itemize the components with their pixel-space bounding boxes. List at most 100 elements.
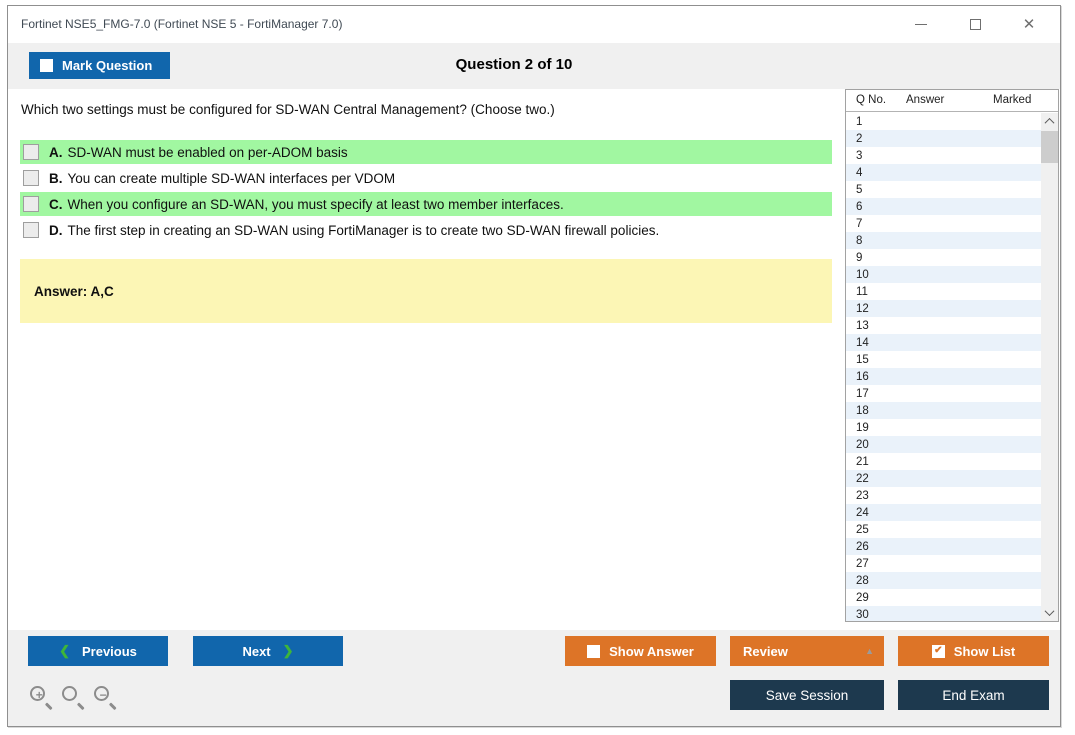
scrollbar-thumb[interactable]: [1041, 131, 1058, 163]
qrow-number: 8: [856, 235, 862, 247]
option-letter: D.: [49, 223, 63, 238]
question-list-row[interactable]: 28: [846, 572, 1041, 589]
question-list-row[interactable]: 18: [846, 402, 1041, 419]
question-list-row[interactable]: 21: [846, 453, 1041, 470]
question-list-body: 1234567891011121314151617181920212223242…: [846, 113, 1041, 621]
qrow-number: 9: [856, 252, 862, 264]
answer-text: Answer: A,C: [34, 284, 114, 299]
show-list-label: Show List: [954, 644, 1015, 659]
question-list-row[interactable]: 25: [846, 521, 1041, 538]
save-session-button[interactable]: Save Session: [730, 680, 884, 710]
next-button[interactable]: Next ❯: [193, 636, 343, 666]
show-answer-checkbox[interactable]: [587, 645, 600, 658]
question-list-row[interactable]: 9: [846, 249, 1041, 266]
question-list-row[interactable]: 1: [846, 113, 1041, 130]
answer-option[interactable]: D.The first step in creating an SD-WAN u…: [20, 218, 832, 242]
question-list-row[interactable]: 24: [846, 504, 1041, 521]
question-list-row[interactable]: 5: [846, 181, 1041, 198]
question-list-row[interactable]: 2: [846, 130, 1041, 147]
previous-button[interactable]: ❮ Previous: [28, 636, 168, 666]
qrow-number: 28: [856, 575, 869, 587]
qrow-number: 25: [856, 524, 869, 536]
question-list-row[interactable]: 6: [846, 198, 1041, 215]
options-list: A.SD-WAN must be enabled on per-ADOM bas…: [20, 140, 832, 244]
qrow-number: 7: [856, 218, 862, 230]
show-answer-label: Show Answer: [609, 644, 694, 659]
question-list-row[interactable]: 13: [846, 317, 1041, 334]
qrow-number: 14: [856, 337, 869, 349]
question-list-row[interactable]: 17: [846, 385, 1041, 402]
minimize-button[interactable]: [894, 6, 948, 43]
close-button[interactable]: ✕: [1002, 6, 1056, 43]
dropdown-arrow-icon: ▲: [865, 646, 874, 656]
question-list-row[interactable]: 19: [846, 419, 1041, 436]
save-session-label: Save Session: [766, 688, 849, 703]
question-list-row[interactable]: 22: [846, 470, 1041, 487]
option-text: When you configure an SD-WAN, you must s…: [68, 197, 564, 212]
question-list-row[interactable]: 26: [846, 538, 1041, 555]
question-list-row[interactable]: 29: [846, 589, 1041, 606]
window-title: Fortinet NSE5_FMG-7.0 (Fortinet NSE 5 - …: [21, 17, 342, 31]
maximize-button[interactable]: [948, 6, 1002, 43]
previous-label: Previous: [82, 644, 137, 659]
scroll-down-button[interactable]: [1041, 604, 1058, 621]
question-list-row[interactable]: 10: [846, 266, 1041, 283]
answer-option[interactable]: A.SD-WAN must be enabled on per-ADOM bas…: [20, 140, 832, 164]
qrow-number: 6: [856, 201, 862, 213]
qrow-number: 20: [856, 439, 869, 451]
option-checkbox[interactable]: [23, 196, 39, 212]
qrow-number: 10: [856, 269, 869, 281]
answer-option[interactable]: B. You can create multiple SD-WAN interfa…: [20, 166, 832, 190]
question-list-row[interactable]: 16: [846, 368, 1041, 385]
qrow-number: 21: [856, 456, 869, 468]
show-list-checkbox[interactable]: ✔: [932, 645, 945, 658]
qrow-number: 24: [856, 507, 869, 519]
question-list-scrollbar[interactable]: [1041, 113, 1058, 621]
question-list-row[interactable]: 30: [846, 606, 1041, 621]
zoom-tools: + −: [30, 686, 118, 710]
show-answer-button[interactable]: Show Answer: [565, 636, 716, 666]
question-list-row[interactable]: 20: [846, 436, 1041, 453]
qrow-number: 2: [856, 133, 862, 145]
qrow-number: 22: [856, 473, 869, 485]
zoom-in-icon[interactable]: +: [30, 686, 54, 710]
answer-box: Answer: A,C: [20, 259, 832, 323]
close-icon: ✕: [1023, 17, 1036, 32]
scroll-up-button[interactable]: [1041, 113, 1058, 130]
col-header-marked: Marked: [993, 94, 1031, 106]
chevron-down-icon: [1045, 606, 1055, 616]
review-label: Review: [743, 644, 788, 659]
question-list-row[interactable]: 27: [846, 555, 1041, 572]
answer-option[interactable]: C.When you configure an SD-WAN, you must…: [20, 192, 832, 216]
qrow-number: 19: [856, 422, 869, 434]
question-text: Which two settings must be configured fo…: [21, 102, 555, 117]
show-list-button[interactable]: ✔ Show List: [898, 636, 1049, 666]
option-checkbox[interactable]: [23, 144, 39, 160]
zoom-reset-icon[interactable]: [62, 686, 86, 710]
question-list-row[interactable]: 14: [846, 334, 1041, 351]
qrow-number: 5: [856, 184, 862, 196]
zoom-out-icon[interactable]: −: [94, 686, 118, 710]
qrow-number: 11: [856, 286, 868, 298]
question-list-row[interactable]: 23: [846, 487, 1041, 504]
option-checkbox[interactable]: [23, 222, 39, 238]
question-list-row[interactable]: 11: [846, 283, 1041, 300]
question-list-row[interactable]: 8: [846, 232, 1041, 249]
toolbar: Mark Question Question 2 of 10: [8, 43, 1060, 89]
footer-bar: ❮ Previous Next ❯ Show Answer Review ▲ ✔…: [8, 630, 1060, 726]
qrow-number: 26: [856, 541, 869, 553]
title-bar: Fortinet NSE5_FMG-7.0 (Fortinet NSE 5 - …: [8, 6, 1060, 43]
question-list-row[interactable]: 7: [846, 215, 1041, 232]
review-dropdown-button[interactable]: Review ▲: [730, 636, 884, 666]
end-exam-button[interactable]: End Exam: [898, 680, 1049, 710]
question-list-row[interactable]: 3: [846, 147, 1041, 164]
question-list-row[interactable]: 4: [846, 164, 1041, 181]
qrow-number: 18: [856, 405, 869, 417]
question-list-row[interactable]: 15: [846, 351, 1041, 368]
option-checkbox[interactable]: [23, 170, 39, 186]
question-counter: Question 2 of 10: [8, 56, 1020, 73]
option-text: You can create multiple SD-WAN interface…: [68, 171, 396, 186]
chevron-right-icon: ❯: [283, 643, 294, 659]
question-list-row[interactable]: 12: [846, 300, 1041, 317]
option-letter: B.: [49, 171, 63, 186]
